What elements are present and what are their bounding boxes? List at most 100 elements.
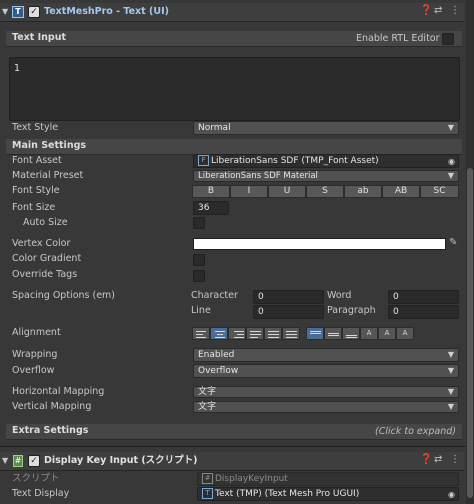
lowercase-button[interactable]: ab xyxy=(344,185,382,198)
text-input-value: 1 xyxy=(14,63,21,74)
font-size-label: Font Size xyxy=(12,202,56,213)
more-menu-icon[interactable]: ⋮ xyxy=(450,454,460,465)
underline-button[interactable]: U xyxy=(268,185,306,198)
extra-settings-header[interactable]: Extra Settings (Click to expand) xyxy=(6,424,462,440)
align-flush-icon[interactable] xyxy=(264,327,282,340)
font-asset-icon: F xyxy=(198,155,209,166)
override-tags-checkbox[interactable] xyxy=(193,270,205,282)
material-preset-label: Material Preset xyxy=(12,170,84,181)
material-preset-dropdown[interactable]: LiberationSans SDF Material ▼ xyxy=(193,170,459,182)
align-left-icon[interactable] xyxy=(192,327,210,340)
component-header[interactable]: ▼ T ✓ TextMeshPro - Text (UI) ❓ ⇄ ⋮ xyxy=(0,3,464,22)
scrollbar-thumb[interactable] xyxy=(467,168,473,498)
horizontal-mapping-dropdown[interactable]: 文字 ▼ xyxy=(193,386,459,398)
font-asset-field[interactable]: F LiberationSans SDF (TMP_Font Asset) ◉ xyxy=(193,154,459,168)
auto-size-label: Auto Size xyxy=(23,217,68,228)
smallcaps-button[interactable]: SC xyxy=(420,185,459,198)
overflow-value: Overflow xyxy=(198,366,239,376)
word-spacing-field[interactable]: 0 xyxy=(388,290,459,304)
text-input-area[interactable]: 1 xyxy=(9,57,460,121)
overflow-label: Overflow xyxy=(12,365,55,376)
script-label: スクリプト xyxy=(12,473,60,484)
align-midline-icon[interactable]: A xyxy=(378,327,396,340)
script-value: DisplayKeyInput xyxy=(215,474,288,484)
word-spacing-value: 0 xyxy=(393,292,399,302)
preset-icon[interactable]: ⇄ xyxy=(434,5,442,16)
text-input-header: Text Input Enable RTL Editor xyxy=(6,31,462,47)
wrapping-value: Enabled xyxy=(198,350,235,360)
chevron-down-icon: ▼ xyxy=(447,387,454,396)
strikethrough-button[interactable]: S xyxy=(306,185,344,198)
chevron-down-icon: ▼ xyxy=(447,366,454,375)
align-justified-icon[interactable] xyxy=(246,327,264,340)
paragraph-spacing-field[interactable]: 0 xyxy=(388,305,459,319)
eyedropper-icon[interactable]: ✎ xyxy=(449,237,457,248)
vertical-mapping-value: 文字 xyxy=(198,402,217,412)
auto-size-checkbox[interactable] xyxy=(193,217,205,229)
more-menu-icon[interactable]: ⋮ xyxy=(450,5,460,16)
chevron-down-icon: ▼ xyxy=(447,402,454,411)
italic-button[interactable]: I xyxy=(230,185,268,198)
script-icon: # xyxy=(13,455,23,467)
character-spacing-field[interactable]: 0 xyxy=(253,290,324,304)
main-settings-header: Main Settings xyxy=(6,139,462,155)
chevron-down-icon: ▼ xyxy=(447,123,454,132)
word-spacing-label: Word xyxy=(327,290,352,301)
script-field: # DisplayKeyInput xyxy=(197,472,459,486)
rtl-editor-label: Enable RTL Editor xyxy=(356,33,440,44)
align-center-icon[interactable] xyxy=(210,327,228,340)
line-spacing-label: Line xyxy=(191,305,211,316)
object-picker-icon[interactable]: ◉ xyxy=(448,489,455,501)
color-gradient-label: Color Gradient xyxy=(12,253,82,264)
component-enabled-checkbox[interactable]: ✓ xyxy=(28,6,40,18)
overflow-dropdown[interactable]: Overflow ▼ xyxy=(193,364,459,378)
vertical-mapping-label: Vertical Mapping xyxy=(12,401,92,412)
line-spacing-value: 0 xyxy=(258,307,264,317)
uppercase-button[interactable]: AB xyxy=(382,185,420,198)
align-bottom-icon[interactable] xyxy=(342,327,360,340)
main-settings-title: Main Settings xyxy=(12,140,87,151)
align-capline-icon[interactable]: A xyxy=(396,327,414,340)
align-baseline-icon[interactable]: A xyxy=(360,327,378,340)
align-geometry-center-icon[interactable] xyxy=(282,327,300,340)
align-middle-icon[interactable] xyxy=(324,327,342,340)
foldout-arrow-icon[interactable]: ▼ xyxy=(2,454,8,468)
line-spacing-field[interactable]: 0 xyxy=(253,305,324,319)
font-size-field[interactable]: 36 xyxy=(193,201,229,215)
text-object-icon: T xyxy=(202,488,213,499)
extra-settings-title: Extra Settings xyxy=(12,425,89,436)
vertex-color-label: Vertex Color xyxy=(12,238,71,249)
color-gradient-checkbox[interactable] xyxy=(193,254,205,266)
material-preset-value: LiberationSans SDF Material xyxy=(198,171,318,181)
help-icon[interactable]: ❓ xyxy=(420,5,432,16)
align-right-icon[interactable] xyxy=(228,327,246,340)
script-component-title: Display Key Input (スクリプト) xyxy=(44,455,198,466)
character-spacing-value: 0 xyxy=(258,292,264,302)
alignment-label: Alignment xyxy=(12,327,61,338)
text-display-label: Text Display xyxy=(12,488,70,499)
horizontal-mapping-value: 文字 xyxy=(198,387,217,397)
script-enabled-checkbox[interactable]: ✓ xyxy=(28,455,40,467)
foldout-arrow-icon[interactable]: ▼ xyxy=(2,5,8,19)
vertical-mapping-dropdown[interactable]: 文字 ▼ xyxy=(193,401,459,413)
vertex-color-swatch[interactable] xyxy=(193,238,446,250)
text-style-value: Normal xyxy=(198,123,231,133)
bold-button[interactable]: B xyxy=(192,185,230,198)
font-style-label: Font Style xyxy=(12,185,60,196)
wrapping-dropdown[interactable]: Enabled ▼ xyxy=(193,348,459,362)
script-component-header[interactable]: ▼ # ✓ Display Key Input (スクリプト) ❓ ⇄ ⋮ xyxy=(0,452,464,471)
preset-icon[interactable]: ⇄ xyxy=(434,454,442,465)
text-input-title: Text Input xyxy=(12,32,67,43)
divider xyxy=(0,446,466,447)
font-asset-label: Font Asset xyxy=(12,155,62,166)
help-icon[interactable]: ❓ xyxy=(420,454,432,465)
font-asset-value: LiberationSans SDF (TMP_Font Asset) xyxy=(211,156,379,166)
text-display-field[interactable]: T Text (TMP) (Text Mesh Pro UGUI) ◉ xyxy=(197,487,459,501)
override-tags-label: Override Tags xyxy=(12,269,78,280)
rtl-editor-checkbox[interactable] xyxy=(442,33,454,45)
text-style-dropdown[interactable]: Normal ▼ xyxy=(193,121,459,135)
spacing-options-label: Spacing Options (em) xyxy=(12,290,116,301)
align-top-icon[interactable] xyxy=(306,327,324,340)
object-picker-icon[interactable]: ◉ xyxy=(448,156,455,168)
paragraph-spacing-value: 0 xyxy=(393,307,399,317)
